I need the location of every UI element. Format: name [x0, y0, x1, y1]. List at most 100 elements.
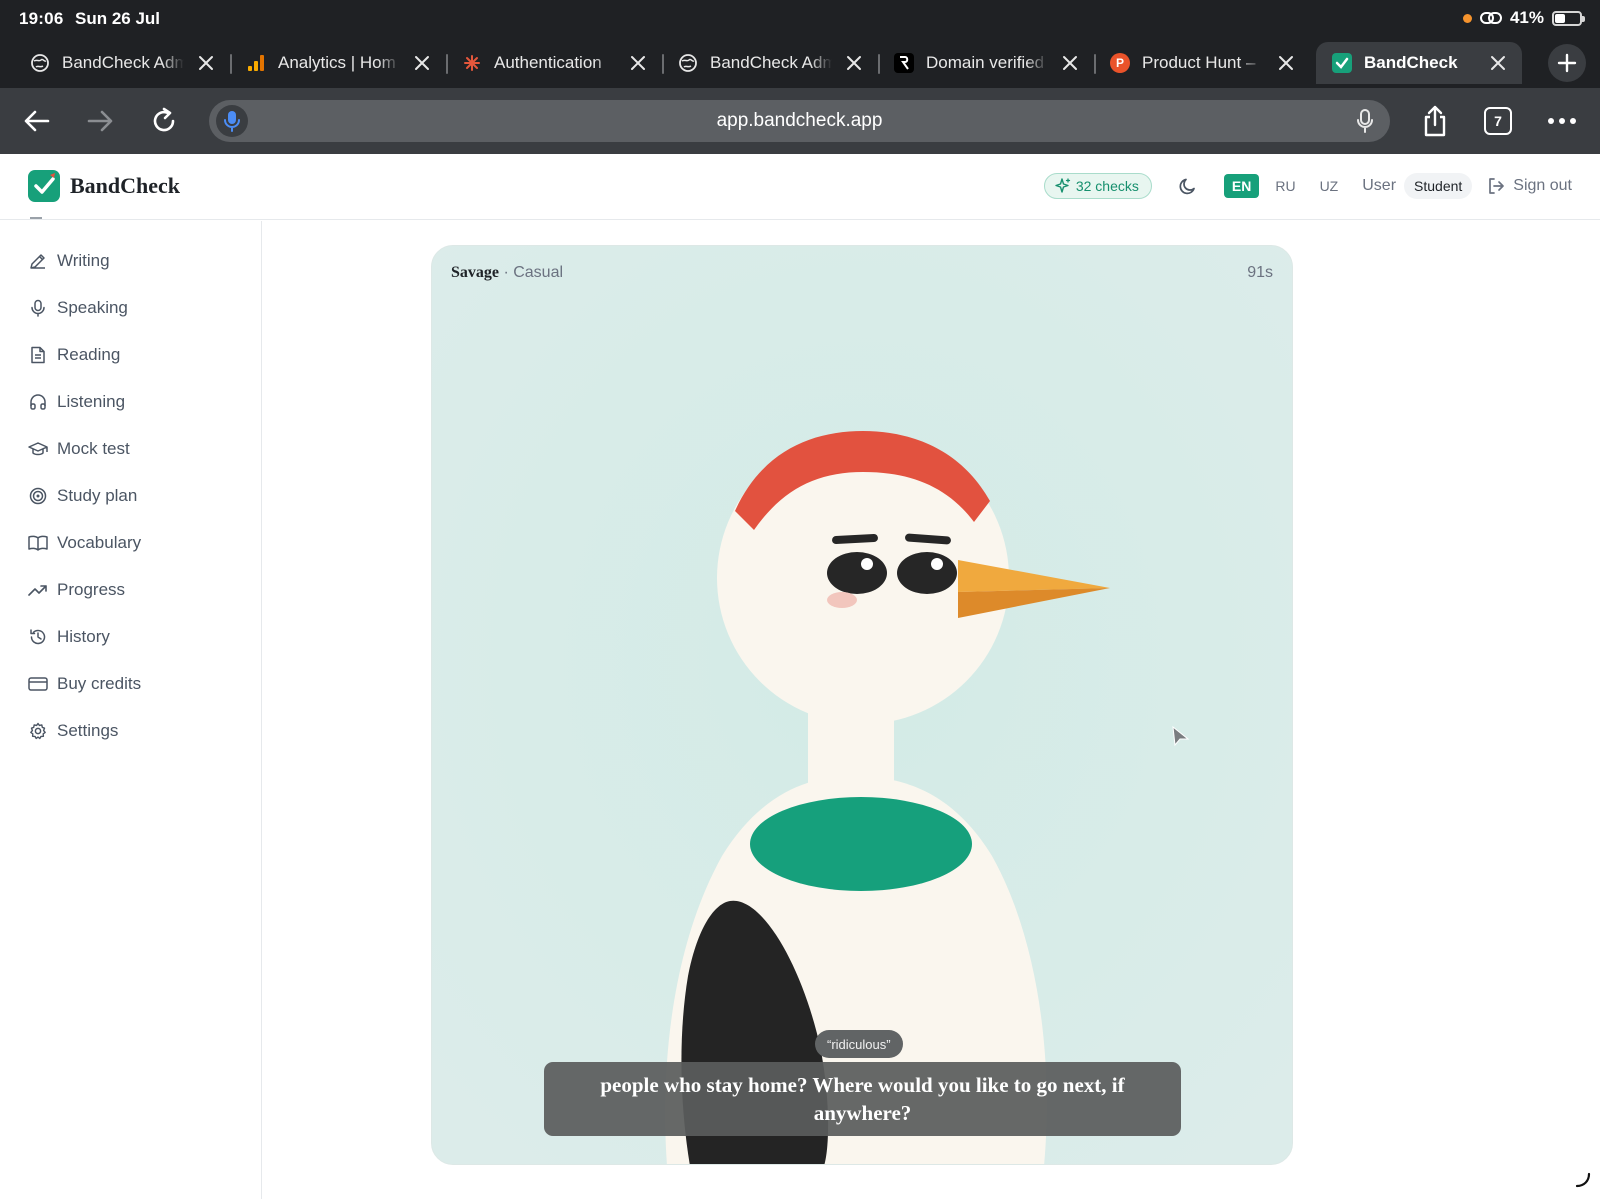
analytics-icon: [246, 53, 266, 73]
status-date: Sun 26 Jul: [75, 9, 161, 28]
tab-4[interactable]: Domain verified: [878, 42, 1094, 84]
sidebar-item-speaking[interactable]: Speaking: [16, 288, 246, 328]
globe-icon: [30, 53, 50, 73]
close-icon[interactable]: [844, 53, 864, 73]
resend-icon: [894, 53, 914, 73]
theme-toggle-button[interactable]: [1176, 174, 1200, 198]
close-icon[interactable]: [196, 53, 216, 73]
browser-toolbar: app.bandcheck.app 7: [0, 88, 1600, 154]
voice-search-button[interactable]: [216, 105, 248, 137]
language-uz[interactable]: UZ: [1312, 174, 1347, 198]
checkmark-logo-icon: [28, 170, 60, 202]
sidebar-item-writing[interactable]: Writing: [16, 241, 246, 281]
url-text: app.bandcheck.app: [716, 110, 883, 131]
status-time: 19:06: [19, 9, 64, 28]
sidebar-item-progress[interactable]: Progress: [16, 570, 246, 610]
status-bar: 19:06 Sun 26 Jul 41%: [0, 0, 1600, 36]
forward-button[interactable]: [81, 102, 119, 140]
credits-badge[interactable]: 32 checks: [1043, 173, 1152, 199]
header-actions: 32 checks EN RU UZ User Student Sign out: [1043, 170, 1572, 202]
credit-card-icon: [28, 674, 48, 694]
status-right: 41%: [1462, 8, 1585, 28]
product-hunt-icon: P: [1110, 53, 1130, 73]
sidebar-item-label: Reading: [57, 345, 121, 364]
microphone-icon: [28, 298, 48, 318]
close-icon[interactable]: [1276, 53, 1296, 73]
sign-out-label: Sign out: [1513, 177, 1572, 194]
sidebar-item-label: Listening: [57, 392, 126, 411]
target-icon: [28, 486, 48, 506]
more-menu-button[interactable]: [1543, 102, 1581, 140]
tab-0[interactable]: BandCheck Adm: [14, 42, 230, 84]
bird-avatar: [432, 246, 1292, 1164]
new-tab-button[interactable]: [1548, 44, 1586, 82]
sidebar-item-label: Progress: [57, 580, 126, 599]
sidebar-item-label: Study plan: [57, 486, 138, 505]
sidebar-item-label: Writing: [57, 251, 110, 270]
sign-out-button[interactable]: Sign out: [1486, 176, 1572, 196]
bird-collar: [750, 797, 972, 891]
back-button[interactable]: [18, 102, 56, 140]
sidebar-item-label: Speaking: [57, 298, 128, 317]
close-icon[interactable]: [628, 53, 648, 73]
tab-6-active[interactable]: BandCheck: [1316, 42, 1522, 84]
share-button[interactable]: [1416, 102, 1454, 140]
sidebar: Writing Speaking Reading Listening Mock …: [0, 217, 262, 1199]
tab-title: BandCheck Adm: [710, 53, 832, 72]
sidebar-item-reading[interactable]: Reading: [16, 335, 246, 375]
sidebar-item-label: Mock test: [57, 439, 130, 458]
book-icon: [28, 533, 48, 553]
arrow-left-icon: [24, 110, 50, 132]
tab-overview-button[interactable]: 7: [1479, 102, 1517, 140]
microphone-icon: [224, 111, 240, 132]
session-timer: 91s: [1247, 264, 1273, 281]
sidebar-item-listening[interactable]: Listening: [16, 382, 246, 422]
app-header: BandCheck 32 checks EN RU UZ User Studen…: [0, 154, 1600, 220]
student-role-badge[interactable]: Student: [1404, 173, 1473, 199]
bird-right-eye-glint: [931, 558, 943, 570]
close-icon[interactable]: [1060, 53, 1080, 73]
pencil-icon: [28, 251, 48, 271]
battery-icon: [1552, 10, 1585, 26]
reload-icon: [153, 107, 175, 132]
close-icon[interactable]: [1488, 53, 1508, 73]
address-bar[interactable]: app.bandcheck.app: [209, 100, 1390, 142]
language-ru[interactable]: RU: [1267, 174, 1303, 198]
live-caption: people who stay home? Where would you li…: [544, 1062, 1181, 1136]
sidebar-item-mock-test[interactable]: Mock test: [16, 429, 246, 469]
sidebar-item-label: Buy credits: [57, 674, 142, 693]
tab-strip: BandCheck Adm Analytics | Hom Authentica…: [14, 42, 1586, 84]
bird-left-eye-glint: [861, 558, 873, 570]
sidebar-item-vocabulary[interactable]: Vocabulary: [16, 523, 246, 563]
dictation-button[interactable]: [1352, 108, 1378, 134]
sidebar-item-buy-credits[interactable]: Buy credits: [16, 664, 246, 704]
globe-icon: [678, 53, 698, 73]
microphone-icon: [1357, 109, 1373, 133]
brand-logo[interactable]: BandCheck: [28, 170, 180, 202]
sidebar-item-label: Settings: [57, 721, 119, 740]
reload-button[interactable]: [145, 102, 183, 140]
tab-2[interactable]: Authentication: [446, 42, 662, 84]
tab-3[interactable]: BandCheck Adm: [662, 42, 878, 84]
sidebar-item-label: History: [57, 627, 110, 646]
sidebar-item-study-plan[interactable]: Study plan: [16, 476, 246, 516]
user-role-option[interactable]: User: [1362, 177, 1396, 195]
ellipsis-icon: [1548, 118, 1576, 124]
persona-style: Casual: [513, 264, 564, 281]
close-icon[interactable]: [412, 53, 432, 73]
bird-right-eye: [897, 552, 957, 594]
arrow-right-icon: [87, 110, 113, 132]
gear-icon: [28, 721, 48, 741]
sign-out-icon: [1489, 178, 1505, 194]
language-en[interactable]: EN: [1223, 174, 1260, 198]
sidebar-item-history[interactable]: History: [16, 617, 246, 657]
bird-cheek: [827, 592, 857, 608]
speaking-partner-card: Savage · Casual 91s “ridiculous” people …: [431, 245, 1293, 1165]
trend-up-icon: [28, 580, 48, 600]
tab-1[interactable]: Analytics | Hom: [230, 42, 446, 84]
credits-count: 32 checks: [1075, 178, 1139, 194]
loading-spinner-icon: [1575, 1172, 1591, 1188]
sparkles-icon: [1055, 178, 1070, 193]
tab-5[interactable]: P Product Hunt –: [1094, 42, 1310, 84]
sidebar-item-settings[interactable]: Settings: [16, 711, 246, 751]
